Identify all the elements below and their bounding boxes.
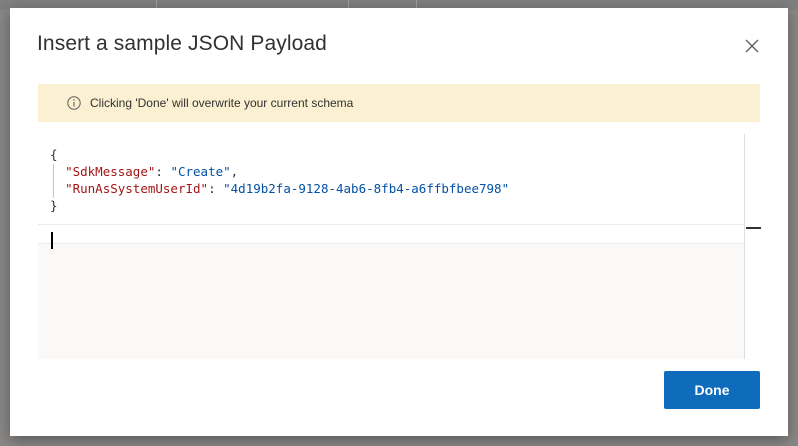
text-cursor — [51, 232, 53, 249]
background-divider — [156, 0, 157, 8]
json-editor[interactable]: { "SdkMessage": "Create", "RunAsSystemUs… — [38, 134, 761, 359]
warning-banner: Clicking 'Done' will overwrite your curr… — [38, 84, 760, 122]
code-line-1: { — [50, 147, 58, 162]
json-key-sdkmessage: "SdkMessage" — [65, 164, 156, 179]
banner-text: Clicking 'Done' will overwrite your curr… — [90, 96, 354, 110]
done-button[interactable]: Done — [664, 371, 760, 409]
editor-scrollbar[interactable] — [744, 134, 761, 359]
info-icon — [67, 96, 81, 110]
json-comma: , — [230, 164, 239, 179]
json-separator: : — [208, 181, 224, 196]
json-separator: : — [155, 164, 171, 179]
close-button[interactable] — [742, 36, 762, 56]
json-payload-dialog: Insert a sample JSON Payload Clicking 'D… — [10, 8, 788, 436]
background-divider — [416, 0, 417, 8]
json-key-runassystemuserid: "RunAsSystemUserId" — [65, 181, 209, 196]
scrollbar-position-marker — [746, 227, 761, 229]
close-icon — [745, 39, 759, 53]
code-line-4: } — [50, 198, 58, 213]
json-value-sdkmessage: "Create" — [170, 164, 231, 179]
dialog-title: Insert a sample JSON Payload — [37, 32, 327, 55]
active-line-highlight — [38, 224, 760, 244]
code-content[interactable]: { "SdkMessage": "Create", "RunAsSystemUs… — [50, 146, 509, 214]
json-value-runassystemuserid: "4d19b2fa-9128-4ab6-8fb4-a6ffbfbee798" — [223, 181, 510, 196]
background-divider — [348, 0, 349, 8]
